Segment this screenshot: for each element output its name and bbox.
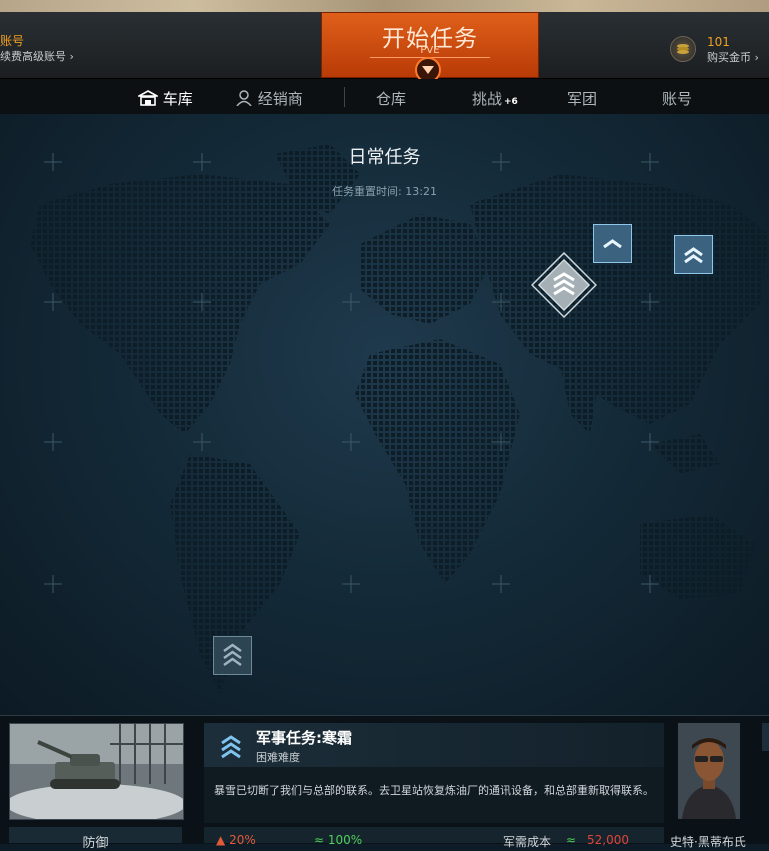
stat-1: ▲ 20%: [216, 833, 256, 847]
mission-type: 防御: [82, 836, 109, 851]
cost-icon: ≈: [566, 833, 577, 847]
commander-name: 史特·黑蒂布氏: [670, 835, 746, 849]
mission-marker[interactable]: [674, 235, 713, 274]
mission-marker-selected[interactable]: [530, 251, 598, 319]
world-map: [0, 114, 769, 715]
nav-garage[interactable]: 车库: [135, 88, 193, 109]
difficulty-rank-icon: [216, 732, 246, 762]
chevron-down-icon: [422, 66, 434, 74]
mission-marker[interactable]: [593, 224, 632, 263]
nav-garage-label: 车库: [162, 90, 193, 108]
garage-icon: [135, 90, 161, 106]
mission-description: 暴雪已切断了我们与总部的联系。去卫星站恢复炼油厂的通讯设备，和总部重新取得联系。: [214, 784, 654, 797]
nav-challenges-label: 挑战: [472, 90, 503, 108]
stat-2: ≈ 100%: [314, 833, 362, 847]
mission-title: 军事任务:寒霜: [256, 729, 352, 747]
account-title[interactable]: 账号: [0, 32, 24, 49]
daily-missions-title: 日常任务: [348, 147, 421, 168]
nav-divider: [344, 87, 345, 107]
mission-difficulty: 困难难度: [256, 751, 300, 764]
cost-value: 52,000: [587, 833, 629, 847]
nav-legion[interactable]: 军团: [567, 88, 597, 109]
commander-portrait: [678, 723, 740, 819]
mission-marker[interactable]: [213, 636, 252, 675]
nav-dealer-label: 经销商: [257, 90, 303, 108]
arrow-up-icon: ▲: [216, 833, 226, 847]
renew-premium-link[interactable]: 续费高级账号 ›: [0, 48, 74, 64]
rank-chevron-2-icon: [684, 247, 703, 264]
rank-chevron-3-icon: [530, 251, 598, 319]
gold-count: 101: [707, 35, 730, 49]
chevron-right-icon: ›: [69, 50, 74, 63]
world-map-graphic: [30, 144, 769, 694]
buy-gold-label: 购买金币: [707, 51, 751, 64]
nav-dealer[interactable]: 经销商: [235, 88, 303, 109]
wave-icon: ≈: [314, 833, 325, 847]
nav-account[interactable]: 账号: [662, 88, 692, 109]
stat-2-value: 100%: [327, 833, 363, 847]
stat-1-value: 20%: [229, 833, 256, 847]
browser-tab-strip: [0, 0, 769, 12]
side-panel-tab[interactable]: [762, 723, 769, 751]
nav-challenges[interactable]: 挑战 +6: [472, 88, 518, 109]
battle-mode-label: PVE: [420, 45, 440, 56]
nav-depot[interactable]: 仓库: [376, 88, 406, 109]
mission-image: [9, 723, 184, 820]
rank-chevron-1-icon: [603, 239, 622, 249]
mission-reset-time: 任务重置时间: 13:21: [332, 185, 437, 198]
rank-chevron-3-icon: [223, 643, 242, 667]
person-icon: [236, 90, 252, 107]
chevron-right-icon: ›: [754, 51, 759, 64]
gold-coin-icon: [670, 36, 696, 62]
commander-avatar: [678, 723, 740, 819]
cost-label: 军需成本: [503, 835, 552, 849]
buy-gold-link[interactable]: 购买金币 ›: [707, 49, 759, 65]
challenges-badge: +6: [504, 97, 518, 107]
tank-image: [10, 724, 183, 819]
renew-premium-label: 续费高级账号: [0, 50, 66, 63]
